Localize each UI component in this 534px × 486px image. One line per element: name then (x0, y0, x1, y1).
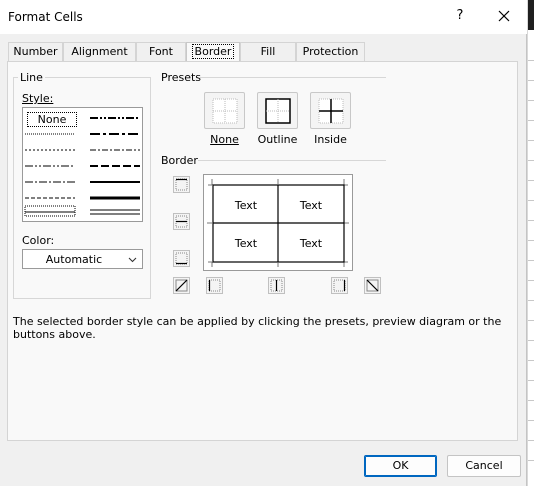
border-title: Border (161, 154, 198, 167)
diagonal-down-icon (366, 279, 379, 292)
border-divider (198, 160, 386, 161)
border-top-icon (175, 178, 188, 191)
border-preview[interactable]: Text Text Text Text (203, 174, 353, 271)
line-style-list[interactable]: None (22, 107, 143, 222)
line-group-title: Line (18, 71, 45, 84)
close-button[interactable] (494, 6, 514, 26)
dialog-title: Format Cells (8, 10, 83, 24)
color-value: Automatic (45, 253, 103, 266)
grid-line (528, 340, 534, 341)
preview-grid (207, 179, 349, 267)
presets-title: Presets (161, 71, 202, 84)
grid-line (528, 80, 534, 81)
grid-line (528, 140, 534, 141)
border-top-button[interactable] (173, 176, 190, 193)
grid-line (528, 440, 534, 441)
style-label: Style: (22, 92, 54, 105)
grid-line (528, 220, 534, 221)
title-bar: Format Cells ? (0, 0, 527, 34)
tab-fill[interactable]: Fill (240, 42, 296, 62)
tab-protection[interactable]: Protection (296, 42, 365, 62)
border-bottom-icon (175, 252, 188, 265)
border-center-button[interactable] (268, 277, 285, 294)
color-label: Color: (22, 234, 55, 247)
preset-outline-icon (265, 98, 291, 124)
grid-line (528, 240, 534, 241)
preset-none-icon (212, 98, 238, 124)
preset-inside-label: Inside (314, 133, 347, 146)
border-description: The selected border style can be applied… (13, 315, 502, 341)
help-button[interactable]: ? (452, 8, 468, 26)
preview-cell-text: Text (234, 237, 258, 250)
format-cells-dialog: Format Cells ? Number Alignment Font Bor… (0, 0, 527, 486)
cancel-button[interactable]: Cancel (447, 455, 521, 477)
color-dropdown[interactable]: Automatic (22, 249, 143, 269)
preview-cell-text: Text (299, 199, 323, 212)
grid-line (528, 160, 534, 161)
preset-inside-button[interactable] (310, 92, 351, 129)
grid-line (528, 180, 534, 181)
diagonal-up-icon (175, 279, 188, 292)
grid-line (528, 280, 534, 281)
border-diagonal-down-button[interactable] (364, 277, 381, 294)
grid-line (528, 260, 534, 261)
preview-cell-text: Text (299, 237, 323, 250)
grid-line (528, 460, 534, 461)
worksheet-edge (527, 0, 534, 486)
border-left-icon (208, 279, 221, 292)
preset-none-label: None (210, 133, 239, 146)
presets-divider (200, 77, 386, 78)
chevron-down-icon (128, 257, 137, 263)
ok-button[interactable]: OK (364, 455, 437, 477)
border-middle-icon (175, 215, 188, 228)
grid-line (528, 320, 534, 321)
tab-alignment[interactable]: Alignment (63, 42, 136, 62)
close-icon (498, 10, 510, 22)
grid-line (528, 200, 534, 201)
preset-inside-icon (318, 98, 344, 124)
grid-line (528, 400, 534, 401)
preset-none-button[interactable] (204, 92, 245, 129)
border-left-button[interactable] (206, 277, 223, 294)
grid-line (528, 60, 534, 61)
border-center-icon (270, 279, 283, 292)
grid-line (528, 120, 534, 121)
tab-border[interactable]: Border (186, 42, 240, 63)
border-right-icon (333, 279, 346, 292)
border-middle-button[interactable] (173, 213, 190, 230)
worksheet-header-edge (528, 0, 534, 30)
grid-line (528, 100, 534, 101)
border-right-button[interactable] (331, 277, 348, 294)
border-bottom-button[interactable] (173, 250, 190, 267)
grid-line (528, 300, 534, 301)
style-none-option[interactable]: None (27, 112, 77, 127)
preset-outline-label: Outline (257, 133, 298, 146)
preview-cell-text: Text (234, 199, 258, 212)
border-diagonal-up-button[interactable] (173, 277, 190, 294)
grid-line (528, 360, 534, 361)
grid-line (528, 380, 534, 381)
preset-outline-button[interactable] (257, 92, 298, 129)
tab-number[interactable]: Number (8, 42, 63, 62)
grid-line (528, 420, 534, 421)
tab-font[interactable]: Font (136, 42, 186, 62)
